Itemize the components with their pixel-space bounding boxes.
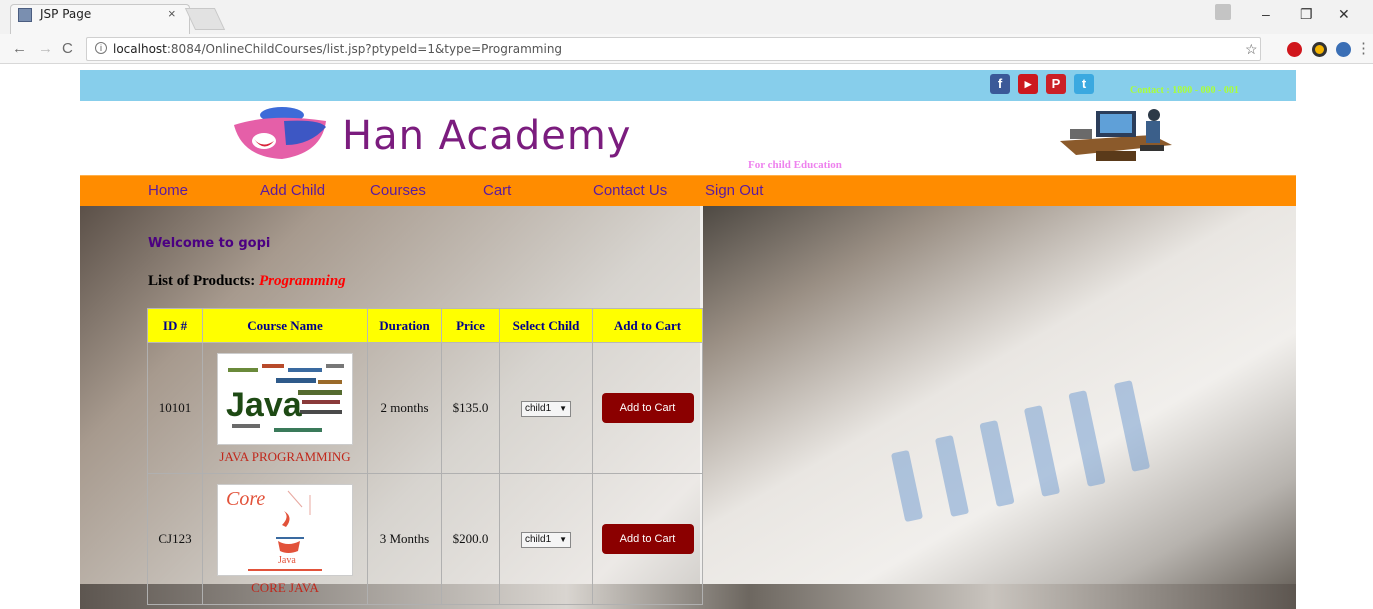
site-info-icon[interactable]: i [95, 42, 107, 54]
chart-bar-decoration [1023, 405, 1061, 497]
back-arrow-icon[interactable]: ← [12, 40, 27, 57]
chart-bar-decoration [1113, 380, 1151, 472]
tab-title: JSP Page [40, 7, 92, 21]
table-row: 10101 Java JAVA PROGRAMMING 2 months $13… [147, 342, 703, 474]
chevron-down-icon: ▼ [559, 535, 567, 544]
reload-icon[interactable]: C [62, 40, 73, 57]
brand-tagline: For child Education [748, 159, 842, 171]
contact-number: Contact : 1800 - 000 - 001 [1130, 85, 1239, 96]
nav-add-child[interactable]: Add Child [260, 182, 325, 199]
cell-price: $200.0 [441, 473, 500, 605]
products-heading-label: List of Products: [148, 273, 256, 289]
java-wordcloud-text: Java [226, 386, 303, 424]
cell-course: Core Java CORE JAVA [202, 473, 368, 605]
col-header-select-child: Select Child [499, 308, 593, 343]
browser-tab[interactable] [10, 4, 190, 34]
web-page: f ▸ P t Contact : 1800 - 000 - 001 Han A… [80, 70, 1296, 609]
chart-bar-decoration [1068, 390, 1106, 487]
cell-course: Java JAVA PROGRAMMING [202, 342, 368, 474]
welcome-message: Welcome to gopi [148, 236, 271, 251]
youtube-icon[interactable]: ▸ [1018, 74, 1038, 94]
core-java-graphic: Core Java [226, 488, 322, 571]
child-select-value: child1 [525, 534, 552, 545]
nav-cart[interactable]: Cart [483, 182, 511, 199]
tab-close-icon[interactable]: × [168, 6, 176, 21]
core-java-sub: Java [278, 555, 296, 566]
background-photo-right [703, 206, 1296, 584]
new-tab-button[interactable] [184, 8, 226, 30]
chart-bar-decoration [934, 435, 970, 517]
chevron-down-icon: ▼ [559, 404, 567, 413]
cell-add-to-cart: Add to Cart [592, 473, 703, 605]
col-header-duration: Duration [367, 308, 442, 343]
pinterest-icon[interactable]: P [1046, 74, 1066, 94]
nav-sign-out[interactable]: Sign Out [705, 182, 763, 199]
brand-name: Han Academy [342, 113, 632, 159]
core-java-image[interactable]: Core Java [217, 484, 353, 576]
browser-tab-strip: JSP Page × – ❐ ✕ [0, 0, 1373, 34]
cell-select-child: child1 ▼ [499, 342, 593, 474]
cell-price: $135.0 [441, 342, 500, 474]
java-wordcloud-graphic: Java [226, 364, 344, 432]
add-to-cart-button[interactable]: Add to Cart [601, 393, 694, 423]
child-select-value: child1 [525, 403, 552, 414]
top-contact-strip: f ▸ P t Contact : 1800 - 000 - 001 [80, 70, 1296, 101]
academy-logo-icon [234, 107, 326, 159]
main-nav: Home Add Child Courses Cart Contact Us S… [80, 175, 1296, 206]
forward-arrow-icon[interactable]: → [38, 40, 53, 57]
products-heading: List of Products: Programming [148, 273, 346, 290]
core-java-heading: Core [226, 488, 265, 510]
url-input[interactable]: i localhost:8084/OnlineChildCourses/list… [86, 37, 1261, 61]
profile-icon[interactable] [1215, 4, 1231, 20]
java-wordcloud-image[interactable]: Java [217, 353, 353, 445]
site-header: Han Academy For child Education [80, 101, 1296, 175]
cell-id: 10101 [147, 342, 203, 474]
bookmark-star-icon[interactable]: ☆ [1245, 41, 1258, 58]
add-to-cart-button[interactable]: Add to Cart [601, 524, 694, 554]
minimize-button[interactable]: – [1262, 6, 1270, 22]
col-header-add-to-cart: Add to Cart [592, 308, 703, 343]
table-header-row: ID # Course Name Duration Price Select C… [147, 308, 703, 343]
col-header-id: ID # [147, 308, 203, 343]
computer-user-illustration-icon [1060, 109, 1172, 161]
nav-contact-us[interactable]: Contact Us [593, 182, 667, 199]
cell-add-to-cart: Add to Cart [592, 342, 703, 474]
cell-select-child: child1 ▼ [499, 473, 593, 605]
page-favicon-icon [18, 8, 32, 22]
nav-home[interactable]: Home [148, 182, 188, 199]
child-select[interactable]: child1 ▼ [521, 532, 571, 548]
address-bar-row: ← → C i localhost:8084/OnlineChildCourse… [0, 34, 1373, 64]
chart-bar-decoration [979, 420, 1015, 507]
course-name: JAVA PROGRAMMING [219, 449, 351, 464]
col-header-price: Price [441, 308, 500, 343]
course-name: CORE JAVA [251, 580, 319, 595]
child-select[interactable]: child1 ▼ [521, 401, 571, 417]
nav-courses[interactable]: Courses [370, 182, 426, 199]
maximize-button[interactable]: ❐ [1300, 6, 1313, 23]
products-category: Programming [258, 273, 346, 289]
facebook-icon[interactable]: f [990, 74, 1010, 94]
url-text: localhost:8084/OnlineChildCourses/list.j… [113, 42, 562, 56]
close-window-button[interactable]: ✕ [1338, 6, 1350, 23]
url-host: localhost [113, 42, 167, 56]
col-header-course-name: Course Name [202, 308, 368, 343]
products-table: ID # Course Name Duration Price Select C… [147, 308, 703, 605]
cell-duration: 2 months [367, 342, 442, 474]
url-path: :8084/OnlineChildCourses/list.jsp?ptypeI… [166, 42, 563, 56]
content-area: Welcome to gopi List of Products: Progra… [80, 206, 1296, 609]
twitter-icon[interactable]: t [1074, 74, 1094, 94]
adblock-extension-icon[interactable] [1287, 42, 1302, 57]
browser-menu-icon[interactable]: ⋮ [1356, 39, 1371, 57]
extension-ring-icon[interactable] [1312, 42, 1327, 57]
cell-duration: 3 Months [367, 473, 442, 605]
cell-id: CJ123 [147, 473, 203, 605]
table-row: CJ123 Core Java CORE JAVA 3 Months $200.… [147, 473, 703, 605]
extension-shield-icon[interactable] [1336, 42, 1351, 57]
chart-bar-decoration [890, 449, 924, 523]
